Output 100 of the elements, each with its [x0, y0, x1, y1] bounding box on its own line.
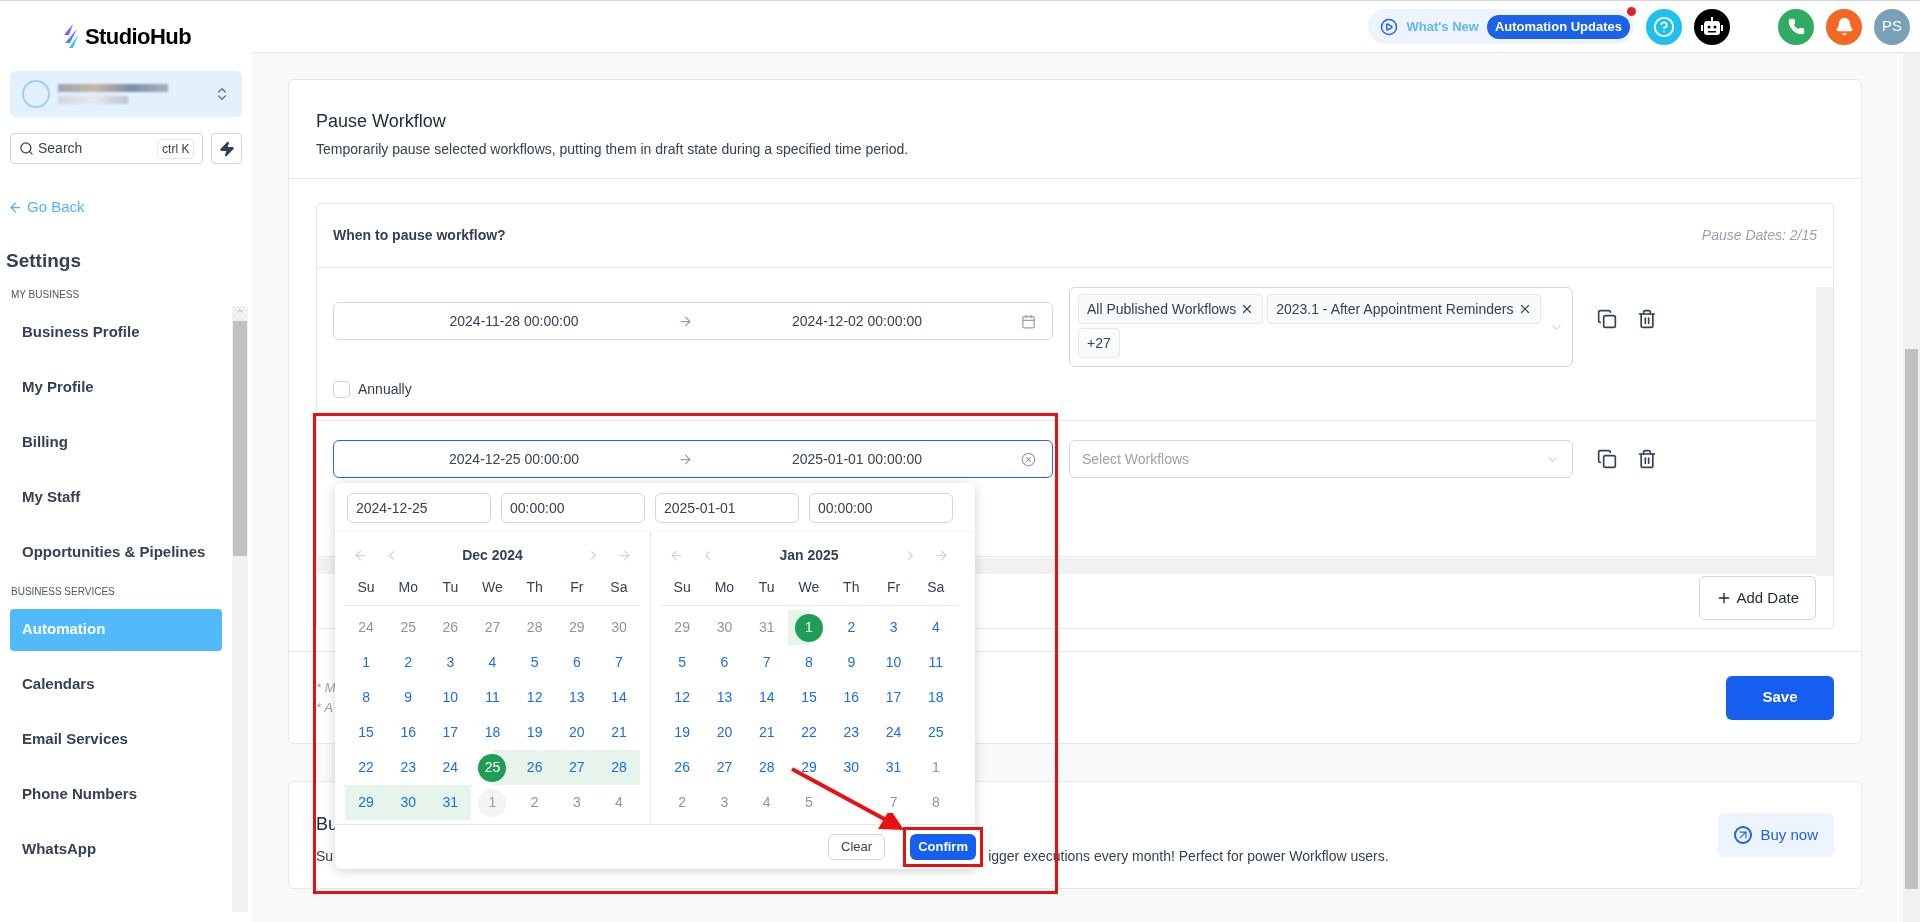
calendar-day[interactable]: 31: [885, 757, 902, 778]
page-scrollbar[interactable]: [1903, 53, 1920, 922]
add-date-button[interactable]: Add Date: [1699, 576, 1816, 620]
picker-input[interactable]: 2024-12-25: [347, 493, 491, 523]
calendar-day[interactable]: 2: [847, 617, 856, 638]
sidebar-item[interactable]: My Profile: [10, 366, 222, 409]
sidebar-item[interactable]: Phone Numbers: [10, 773, 222, 816]
calendar-day[interactable]: 23: [843, 722, 860, 743]
calendar-day[interactable]: 13: [569, 687, 585, 708]
phone-button[interactable]: [1778, 8, 1814, 45]
calendar-day[interactable]: 3: [446, 652, 455, 673]
account-switcher[interactable]: [10, 71, 242, 117]
calendar-day[interactable]: 23: [400, 757, 416, 778]
calendar-day[interactable]: 5: [678, 652, 687, 673]
whats-new-pill[interactable]: What's New Automation Updates: [1368, 9, 1634, 44]
delete-icon[interactable]: [1637, 449, 1657, 469]
calendar-day[interactable]: 14: [611, 687, 627, 708]
calendar-day[interactable]: 19: [526, 722, 543, 743]
copy-icon[interactable]: [1597, 449, 1617, 469]
calendar-day[interactable]: 16: [843, 687, 860, 708]
buy-now-button[interactable]: Buy now: [1718, 813, 1834, 857]
calendar-day[interactable]: 20: [569, 722, 585, 743]
vertical-scrollbar[interactable]: [1816, 287, 1833, 576]
date-range-field[interactable]: 2024-12-25 00:00:00 2025-01-01 00:00:00: [333, 440, 1053, 478]
calendar-day[interactable]: 12: [674, 687, 690, 708]
calendar-day[interactable]: 2: [404, 652, 413, 673]
calendar-day[interactable]: 7: [615, 652, 623, 673]
calendar-day[interactable]: 13: [716, 687, 733, 708]
clear-icon[interactable]: [1021, 451, 1036, 467]
calendar-day[interactable]: 9: [847, 652, 856, 673]
copy-icon[interactable]: [1597, 309, 1617, 329]
scrollbar-thumb[interactable]: [1905, 349, 1918, 889]
calendar-day[interactable]: 26: [674, 757, 690, 778]
calendar-day[interactable]: 12: [526, 687, 543, 708]
clear-button[interactable]: Clear: [828, 834, 886, 860]
calendar-day[interactable]: 10: [885, 652, 902, 673]
calendar-day[interactable]: 6: [572, 652, 581, 673]
picker-input[interactable]: 00:00:00: [809, 493, 953, 523]
picker-input[interactable]: 00:00:00: [501, 493, 645, 523]
calendar-day[interactable]: 20: [716, 722, 733, 743]
calendar-day[interactable]: 4: [488, 652, 497, 673]
calendar-day[interactable]: 1: [362, 652, 370, 673]
next-year-icon[interactable]: [617, 547, 632, 563]
notifications-button[interactable]: [1826, 8, 1862, 45]
scroll-up-icon[interactable]: [235, 306, 245, 316]
calendar-day[interactable]: 29: [801, 757, 817, 778]
calendar-day[interactable]: 8: [805, 652, 813, 673]
calendar-day[interactable]: 5: [530, 652, 539, 673]
picker-input[interactable]: 2025-01-01: [655, 493, 799, 523]
calendar-day[interactable]: 30: [843, 757, 860, 778]
scrollbar-thumb[interactable]: [233, 321, 247, 556]
calendar-day[interactable]: 24: [442, 757, 459, 778]
sidebar-item[interactable]: My Staff: [10, 476, 222, 519]
sidebar-item[interactable]: Business Profile: [10, 311, 222, 354]
workflow-select[interactable]: All Published Workflows 2023.1 - After Appointment Reminders +27: [1069, 287, 1573, 367]
delete-icon[interactable]: [1637, 309, 1657, 329]
calendar-day[interactable]: 18: [484, 722, 501, 743]
scrollbar[interactable]: [232, 306, 248, 912]
avatar[interactable]: PS: [1874, 8, 1910, 45]
date-range-field[interactable]: 2024-11-28 00:00:00 2024-12-02 00:00:00: [333, 302, 1053, 340]
calendar-day[interactable]: 16: [400, 722, 416, 743]
confirm-button[interactable]: Confirm: [910, 834, 976, 860]
search-field[interactable]: Search ctrl K: [10, 133, 204, 164]
calendar-day[interactable]: 28: [758, 757, 775, 778]
sidebar-item[interactable]: WhatsApp: [10, 828, 222, 871]
next-year-icon[interactable]: [934, 547, 949, 563]
calendar-day[interactable]: 1: [795, 613, 823, 642]
annually-checkbox[interactable]: [333, 381, 350, 398]
workflow-select[interactable]: Select Workflows: [1069, 440, 1573, 478]
calendar-day[interactable]: 15: [358, 722, 374, 743]
calendar-day[interactable]: 22: [358, 757, 374, 778]
previous-year-icon[interactable]: [353, 547, 368, 563]
calendar-day[interactable]: 9: [404, 687, 413, 708]
calendar-day[interactable]: 8: [362, 687, 370, 708]
sidebar-item[interactable]: Calendars: [10, 663, 222, 706]
calendar-day[interactable]: 27: [716, 757, 733, 778]
calendar-day[interactable]: 25: [478, 753, 507, 782]
previous-year-icon[interactable]: [669, 547, 684, 563]
help-button[interactable]: [1646, 8, 1682, 45]
sidebar-item[interactable]: Billing: [10, 421, 222, 464]
calendar-day[interactable]: 7: [762, 652, 771, 673]
calendar-day[interactable]: 19: [674, 722, 690, 743]
calendar-day[interactable]: 22: [801, 722, 817, 743]
save-button[interactable]: Save: [1726, 675, 1834, 720]
calendar-day[interactable]: 18: [928, 687, 944, 708]
calendar-day[interactable]: 14: [758, 687, 775, 708]
calendar-day[interactable]: 15: [801, 687, 817, 708]
calendar-day[interactable]: 24: [885, 722, 902, 743]
calendar-day[interactable]: 21: [758, 722, 775, 743]
calendar-day[interactable]: 21: [611, 722, 627, 743]
calendar-day[interactable]: 17: [885, 687, 902, 708]
calendar-day[interactable]: 25: [928, 722, 944, 743]
calendar-day[interactable]: 17: [442, 722, 459, 743]
quick-actions-button[interactable]: [211, 133, 242, 164]
sidebar-item[interactable]: Opportunities & Pipelines: [10, 531, 222, 574]
calendar-day[interactable]: 6: [720, 652, 729, 673]
robot-button[interactable]: [1694, 8, 1730, 45]
calendar-day[interactable]: 11: [485, 687, 500, 708]
calendar-day[interactable]: 11: [928, 652, 944, 673]
calendar-day[interactable]: 4: [931, 617, 940, 638]
